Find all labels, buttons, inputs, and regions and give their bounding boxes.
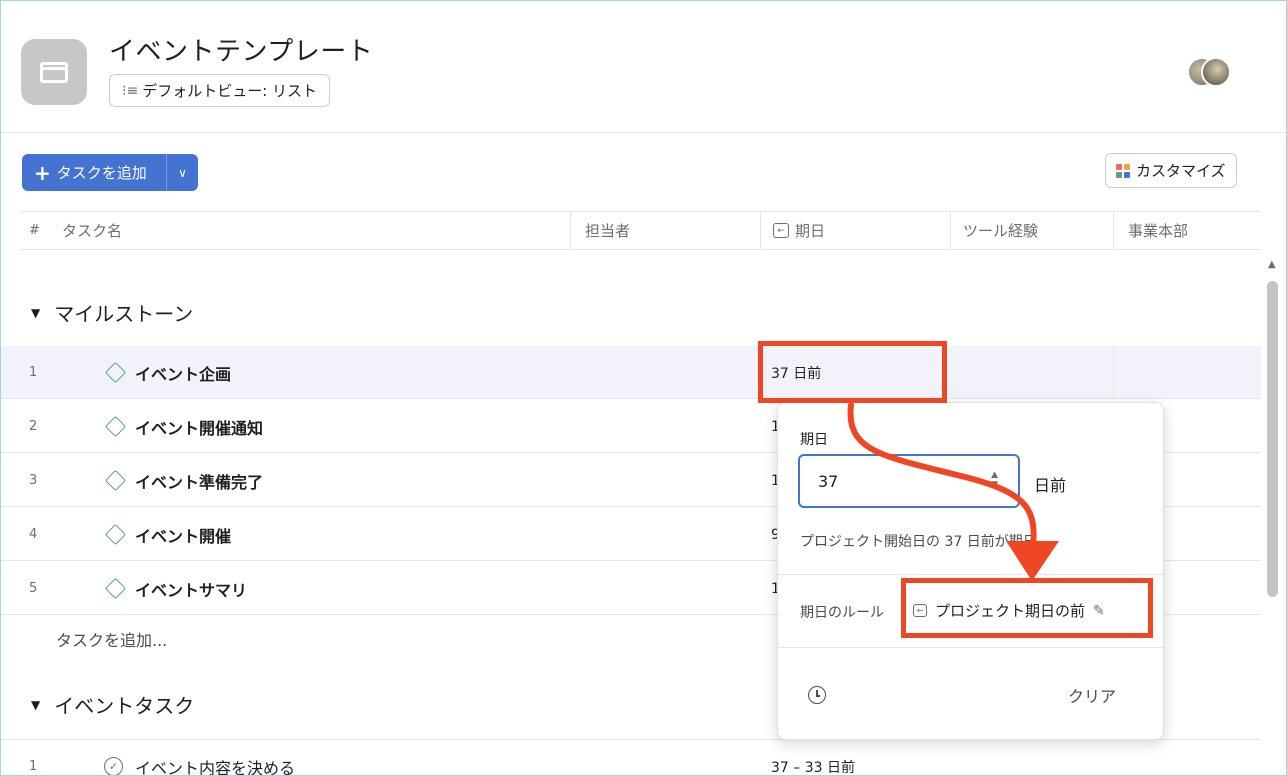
highlight-box-due-rule bbox=[901, 578, 1153, 638]
section-milestones[interactable]: ▼ マイルストーン bbox=[31, 298, 193, 327]
row-number: 4 bbox=[29, 527, 38, 542]
task-name: イベント開催通知 bbox=[135, 418, 264, 438]
customize-button[interactable]: カスタマイズ bbox=[1105, 153, 1237, 188]
milestone-icon[interactable] bbox=[104, 361, 127, 384]
days-unit-label: 日前 bbox=[1034, 476, 1067, 495]
grid-icon bbox=[1116, 163, 1130, 178]
row-number: 1 bbox=[29, 759, 38, 774]
triangle-down-icon[interactable]: ▼ bbox=[31, 698, 40, 712]
plus-icon: + bbox=[34, 160, 51, 185]
clear-button[interactable]: クリア bbox=[1068, 683, 1116, 707]
divider bbox=[778, 574, 1163, 575]
popover-label: 期日 bbox=[800, 432, 828, 448]
check-circle-icon[interactable]: ✓ bbox=[104, 757, 123, 775]
column-division-label: 事業本部 bbox=[1128, 222, 1189, 240]
milestone-icon[interactable] bbox=[104, 415, 127, 438]
milestone-icon[interactable] bbox=[104, 469, 127, 492]
section-title: マイルストーン bbox=[54, 302, 194, 326]
window-icon bbox=[40, 62, 68, 83]
column-assignee[interactable]: 担当者 bbox=[570, 212, 760, 249]
task-name: イベント準備完了 bbox=[135, 472, 264, 492]
divider bbox=[778, 647, 1163, 648]
row-number: 1 bbox=[29, 365, 38, 380]
column-due-date[interactable]: ← 期日 bbox=[760, 212, 950, 249]
task-name-cell[interactable]: イベント企画 bbox=[104, 346, 231, 399]
triangle-down-icon[interactable]: ▼ bbox=[31, 306, 40, 320]
add-task-button-group: + タスクを追加 ∨ bbox=[22, 154, 198, 191]
chevron-down-icon: ∨ bbox=[178, 165, 187, 180]
section-title: イベントタスク bbox=[54, 694, 195, 718]
project-icon bbox=[21, 39, 87, 105]
task-name-cell[interactable]: イベントサマリ bbox=[104, 562, 247, 615]
table-row[interactable]: 1 イベント企画 37 日前 bbox=[1, 346, 1261, 399]
task-name: イベント企画 bbox=[135, 364, 232, 384]
task-name-cell[interactable]: ✓ イベント内容を決める bbox=[104, 740, 296, 776]
add-task-label: タスクを追加 bbox=[56, 164, 147, 182]
task-name: イベント開催 bbox=[135, 526, 232, 546]
due-date-cell[interactable]: 37 – 33 日前 bbox=[771, 740, 855, 776]
column-number: # bbox=[29, 223, 40, 238]
row-number: 3 bbox=[29, 473, 38, 488]
due-date-popover: 期日 37 ▲ ▼ 日前 プロジェクト開始日の 37 日前が期日 期日のルール ←… bbox=[777, 402, 1164, 740]
days-number-input[interactable]: 37 ▲ ▼ bbox=[798, 454, 1020, 508]
days-number-value: 37 bbox=[818, 471, 839, 491]
project-title: イベントテンプレート bbox=[109, 37, 374, 67]
milestone-icon[interactable] bbox=[104, 577, 127, 600]
app-frame: イベントテンプレート ⁝≡ デフォルトビュー: リスト + タスクを追加 ∨ カ… bbox=[0, 0, 1287, 776]
add-task-button[interactable]: + タスクを追加 bbox=[22, 154, 167, 191]
scroll-up-icon[interactable]: ▲ bbox=[1268, 259, 1276, 270]
spinner-icon[interactable]: ▲ ▼ bbox=[991, 470, 998, 490]
row-number: 5 bbox=[29, 581, 38, 596]
task-name-cell[interactable]: イベント開催通知 bbox=[104, 400, 263, 453]
add-task-link[interactable]: タスクを追加... bbox=[56, 627, 167, 651]
clock-icon[interactable] bbox=[808, 686, 826, 704]
task-name: イベントサマリ bbox=[135, 580, 248, 600]
column-task-name[interactable]: タスク名 bbox=[62, 212, 122, 249]
scrollbar-thumb[interactable] bbox=[1267, 281, 1278, 597]
add-task-dropdown-button[interactable]: ∨ bbox=[167, 166, 198, 180]
milestone-icon[interactable] bbox=[104, 523, 127, 546]
task-name-cell[interactable]: イベント開催 bbox=[104, 508, 231, 561]
avatar[interactable] bbox=[1201, 57, 1231, 87]
customize-label: カスタマイズ bbox=[1136, 162, 1226, 180]
default-view-label: デフォルトビュー: リスト bbox=[142, 82, 318, 100]
column-division[interactable]: 事業本部 bbox=[1113, 212, 1261, 249]
due-rule-label: 期日のルール bbox=[800, 605, 884, 621]
task-name: イベント内容を決める bbox=[135, 758, 296, 776]
calendar-arrow-icon: ← bbox=[773, 223, 789, 238]
table-row[interactable]: 1 ✓ イベント内容を決める 37 – 33 日前 bbox=[1, 739, 1261, 776]
due-date-description: プロジェクト開始日の 37 日前が期日 bbox=[800, 534, 1037, 550]
column-due-date-label: 期日 bbox=[795, 222, 826, 240]
column-header: # タスク名 担当者 ← 期日 ツール経験 事業本部 bbox=[21, 211, 1261, 250]
list-icon: ⁝≡ bbox=[122, 82, 139, 99]
column-tool-experience[interactable]: ツール経験 bbox=[950, 212, 1113, 249]
section-event-tasks[interactable]: ▼ イベントタスク bbox=[31, 690, 194, 719]
column-assignee-label: 担当者 bbox=[585, 222, 631, 240]
column-tool-experience-label: ツール経験 bbox=[963, 222, 1039, 240]
project-header: イベントテンプレート ⁝≡ デフォルトビュー: リスト bbox=[1, 1, 1286, 133]
default-view-button[interactable]: ⁝≡ デフォルトビュー: リスト bbox=[109, 74, 331, 107]
highlight-box-due-date bbox=[758, 341, 947, 403]
member-avatars[interactable] bbox=[1187, 57, 1231, 87]
task-name-cell[interactable]: イベント準備完了 bbox=[104, 454, 263, 507]
row-number: 2 bbox=[29, 419, 38, 434]
cell-divider bbox=[1113, 346, 1114, 399]
